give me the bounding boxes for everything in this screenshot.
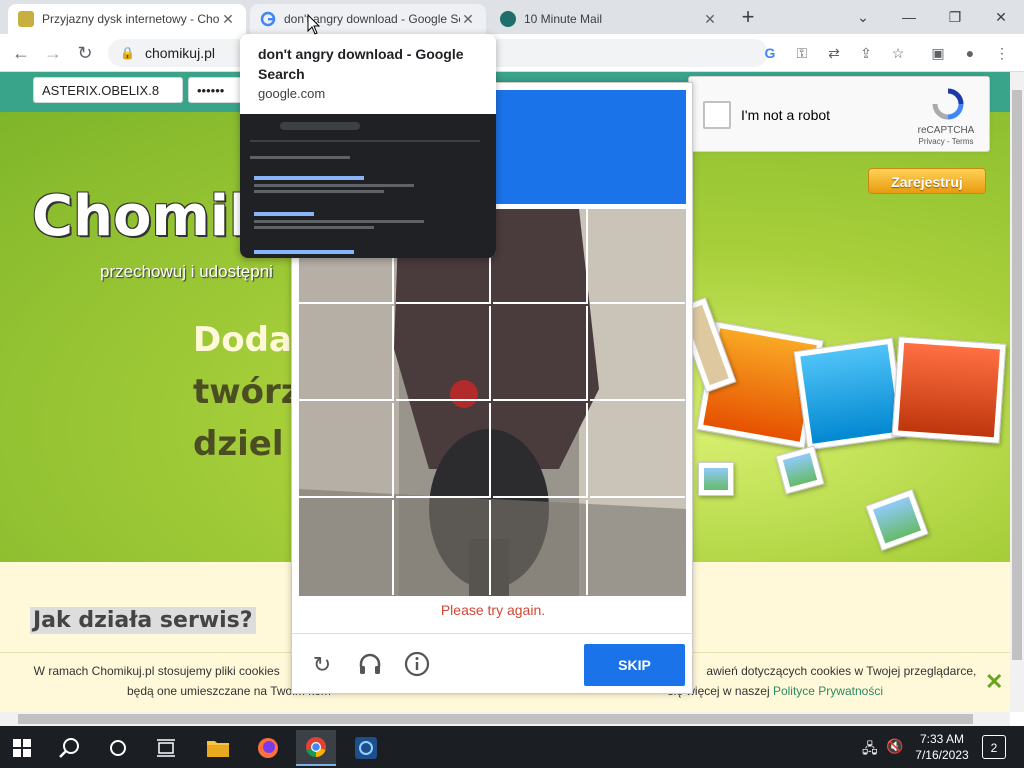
url-text: chomikuj.pl — [144, 45, 215, 61]
collage-photo-flowers — [793, 337, 907, 451]
bookmark-star-icon[interactable]: ☆ — [888, 43, 908, 63]
file-explorer-icon[interactable] — [198, 730, 238, 766]
vertical-scroll-thumb[interactable] — [1012, 90, 1022, 660]
reload-icon[interactable]: ↻ — [72, 40, 98, 66]
volume-muted-icon[interactable]: 🔇 — [886, 738, 903, 755]
lock-icon: 🔒 — [120, 46, 135, 60]
cookie-text-1a: W ramach Chomikuj.pl stosujemy pliki coo… — [33, 664, 280, 678]
windows-start-icon[interactable] — [2, 730, 42, 766]
recaptcha-label: I'm not a robot — [741, 107, 831, 123]
mouse-cursor-icon — [307, 14, 321, 35]
grid-tile[interactable] — [493, 209, 588, 304]
key-icon[interactable]: ⚿ — [792, 43, 812, 63]
recaptcha-checkbox[interactable] — [703, 101, 731, 129]
register-button[interactable]: Zarejestruj — [868, 168, 986, 194]
back-arrow-icon[interactable]: ← — [8, 40, 34, 66]
grid-tile[interactable] — [396, 306, 491, 401]
tab-title: 10 Minute Mail — [524, 12, 603, 26]
browser-toolbar: ← → ↻ 🔒 chomikuj.pl G ⚿ ⇄ ⇪ ☆ ▣ ● ⋮ — [0, 34, 1024, 72]
grid-tile[interactable] — [493, 306, 588, 401]
cookie-close-icon[interactable]: ✕ — [985, 669, 1003, 695]
challenge-image-grid — [299, 209, 686, 596]
cookie-text-1b: awień dotyczących cookies w Twojej przeg… — [706, 664, 977, 678]
restore-button[interactable]: ❐ — [937, 4, 973, 30]
recaptcha-brand: reCAPTCHA — [917, 125, 975, 136]
hover-card-title: don't angry download - Google Search — [258, 46, 464, 82]
challenge-footer: ↻ SKIP — [292, 633, 694, 695]
close-window-button[interactable]: ✕ — [983, 4, 1019, 30]
chomikuj-favicon-icon — [18, 11, 34, 27]
close-tab-icon[interactable]: ✕ — [220, 11, 236, 28]
chrome-icon[interactable] — [296, 730, 336, 766]
hero-headline-2: twórz — [193, 372, 301, 412]
google-favicon-icon — [260, 11, 276, 27]
forward-arrow-icon[interactable]: → — [40, 40, 66, 66]
search-icon[interactable] — [50, 730, 90, 766]
task-view-icon[interactable] — [146, 730, 186, 766]
grid-tile[interactable] — [590, 306, 685, 401]
horizontal-scrollbar[interactable] — [0, 712, 1010, 726]
close-tab-icon[interactable]: ✕ — [702, 11, 718, 28]
minimize-button[interactable]: — — [891, 4, 927, 30]
google-lens-icon[interactable]: G — [760, 43, 780, 63]
clock-time: 7:33 AM — [919, 732, 965, 746]
grid-tile[interactable] — [299, 500, 394, 595]
info-icon[interactable] — [403, 651, 431, 679]
translate-icon[interactable]: ⇄ — [824, 43, 844, 63]
vertical-scrollbar[interactable] — [1010, 72, 1024, 712]
grid-tile[interactable] — [590, 403, 685, 498]
grid-tile[interactable] — [299, 403, 394, 498]
login-input[interactable] — [33, 77, 183, 103]
recaptcha-links[interactable]: Privacy - Terms — [911, 137, 981, 146]
grid-tile[interactable] — [590, 209, 685, 304]
tab-hover-card: don't angry download - Google Search goo… — [240, 34, 496, 258]
system-clock[interactable]: 7:33 AM 7/16/2023 — [906, 731, 978, 763]
tab-title: Przyjazny dysk internetowy - Chomikuj.pl — [42, 12, 220, 26]
firefox-icon[interactable] — [248, 730, 288, 766]
site-tagline: przechowuj i udostępni — [100, 262, 273, 281]
recaptcha-widget: I'm not a robot reCAPTCHA Privacy - Term… — [688, 76, 990, 152]
privacy-policy-link[interactable]: Polityce Prywatności — [773, 684, 883, 698]
cortana-icon[interactable] — [98, 730, 138, 766]
notification-center-icon[interactable]: 2 — [982, 735, 1006, 759]
share-icon[interactable]: ⇪ — [856, 43, 876, 63]
grid-tile[interactable] — [493, 403, 588, 498]
hover-card-preview — [240, 114, 496, 258]
app-icon[interactable] — [346, 730, 386, 766]
tab-google-search[interactable]: don't angry download - Google Search ✕ — [250, 4, 486, 34]
grid-tile[interactable] — [299, 306, 394, 401]
side-panel-icon[interactable]: ▣ — [928, 43, 948, 63]
reload-challenge-icon[interactable]: ↻ — [308, 651, 336, 679]
tab-search-chevron-icon[interactable]: ⌄ — [845, 4, 881, 30]
collage-photo-desert — [891, 336, 1007, 444]
tab-10-minute-mail[interactable]: 10 Minute Mail ✕ — [490, 4, 728, 34]
grid-tile[interactable] — [396, 500, 491, 595]
profile-avatar-icon[interactable]: ● — [960, 43, 980, 63]
grid-tile[interactable] — [493, 500, 588, 595]
grid-tile[interactable] — [590, 500, 685, 595]
audio-challenge-icon[interactable] — [356, 651, 384, 679]
image-file-icon — [698, 462, 734, 496]
menu-kebab-icon[interactable]: ⋮ — [992, 43, 1012, 63]
grid-tile[interactable] — [396, 403, 491, 498]
hover-card-domain: google.com — [258, 86, 326, 101]
password-input[interactable] — [188, 77, 248, 103]
clock-date: 7/16/2023 — [915, 748, 969, 762]
windows-taskbar: 🖧 🔇 7:33 AM 7/16/2023 2 — [0, 726, 1024, 768]
10minutemail-favicon-icon — [500, 11, 516, 27]
how-it-works-heading: Jak działa serwis? — [30, 607, 256, 634]
network-icon[interactable]: 🖧 — [862, 738, 878, 762]
browser-tab-bar: Przyjazny dysk internetowy - Chomikuj.pl… — [0, 0, 1024, 34]
horizontal-scroll-thumb[interactable] — [18, 714, 973, 724]
close-tab-icon[interactable]: ✕ — [460, 11, 476, 28]
tab-chomikuj[interactable]: Przyjazny dysk internetowy - Chomikuj.pl… — [8, 4, 246, 34]
skip-button[interactable]: SKIP — [584, 644, 685, 686]
new-tab-button[interactable]: + — [730, 4, 766, 30]
recaptcha-logo-icon — [931, 87, 965, 126]
error-message: Please try again. — [440, 602, 546, 618]
